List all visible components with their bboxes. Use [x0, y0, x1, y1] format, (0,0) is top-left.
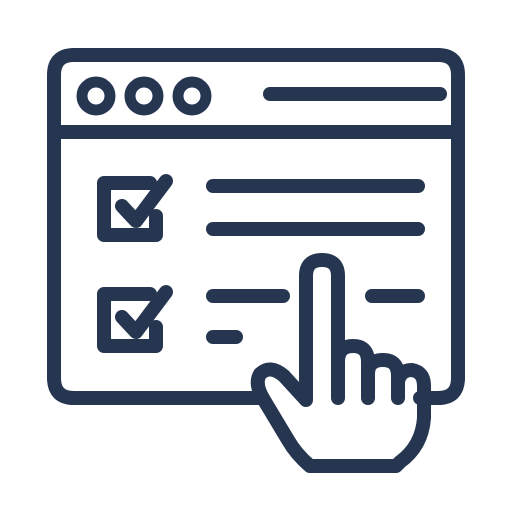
window-control-dot-2: [124, 76, 164, 116]
checkbox-checked-icon: [97, 174, 173, 242]
checkbox-checked-icon: [97, 285, 173, 353]
window-control-dot-3: [172, 76, 212, 116]
window-control-dot-1: [76, 76, 116, 116]
browser-checklist-hand-icon: [47, 48, 465, 473]
icon-canvas: [0, 0, 512, 512]
